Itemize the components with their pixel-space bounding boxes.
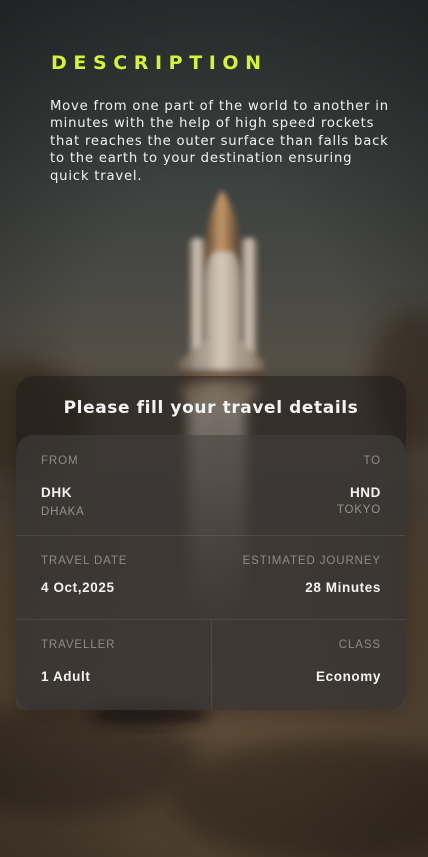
- description-text: Move from one part of the world to anoth…: [50, 99, 389, 184]
- to-code: HND: [349, 485, 381, 500]
- travel-date-label: TRAVEL DATE: [41, 555, 128, 567]
- from-label: FROM: [41, 455, 79, 467]
- to-city: TOKYO: [336, 504, 381, 516]
- from-code: DHK: [41, 485, 73, 500]
- travel-details-panel: Please fill your travel details FROM DHK…: [16, 376, 406, 710]
- description-heading: DESCRIPTION: [51, 52, 268, 74]
- route-row: FROM DHK DHAKA TO HND TOKYO: [16, 435, 406, 536]
- date-row: TRAVEL DATE 4 Oct,2025 ESTIMATED JOURNEY…: [16, 536, 406, 620]
- traveller-row: TRAVELLER 1 Adult CLASS Economy: [16, 620, 406, 710]
- column-divider: [211, 620, 212, 710]
- from-city: DHAKA: [41, 506, 85, 518]
- to-label: TO: [363, 455, 381, 467]
- travel-date-value: 4 Oct,2025: [41, 580, 115, 595]
- traveller-value: 1 Adult: [41, 669, 91, 684]
- app-screen: DESCRIPTION Move from one part of the wo…: [0, 0, 428, 857]
- class-label: CLASS: [338, 639, 381, 651]
- travel-details-title: Please fill your travel details: [63, 398, 359, 418]
- traveller-label: TRAVELLER: [41, 639, 116, 651]
- estimated-journey-value: 28 Minutes: [305, 580, 381, 595]
- travel-details-card: FROM DHK DHAKA TO HND TOKYO TRAVEL DATE …: [16, 435, 406, 710]
- estimated-journey-label: ESTIMATED JOURNEY: [242, 555, 381, 567]
- class-value: Economy: [316, 669, 381, 684]
